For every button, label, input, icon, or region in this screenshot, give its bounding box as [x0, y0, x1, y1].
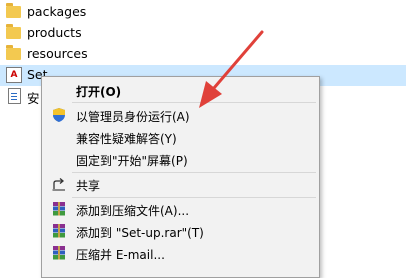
- menu-item-add-to-setup-rar[interactable]: 添加到 "Set-up.rar"(T): [42, 220, 319, 242]
- file-row-resources[interactable]: resources: [0, 44, 406, 65]
- folder-icon: [6, 3, 22, 20]
- file-row-products[interactable]: products: [0, 23, 406, 44]
- winrar-icon: [51, 223, 67, 239]
- menu-item-label: 添加到 "Set-up.rar"(T): [76, 226, 204, 240]
- context-menu: 打开(O) 以管理员身份运行(A) 兼容性疑难解答(Y) 固定到"开始"屏幕(P…: [41, 76, 320, 278]
- menu-item-label: 以管理员身份运行(A): [76, 110, 190, 124]
- menu-item-compress-and-email[interactable]: 压缩并 E-mail...: [42, 242, 319, 264]
- menu-item-label: 共享: [76, 179, 101, 193]
- winrar-icon: [51, 201, 67, 217]
- file-name: resources: [27, 46, 88, 61]
- menu-item-label: 添加到压缩文件(A)...: [76, 204, 190, 218]
- adobe-app-icon: A: [6, 67, 22, 83]
- file-name: packages: [27, 4, 87, 19]
- menu-item-run-as-admin[interactable]: 以管理员身份运行(A): [42, 104, 319, 126]
- menu-item-share[interactable]: 共享: [42, 173, 319, 195]
- menu-separator: [72, 102, 316, 103]
- menu-item-pin-to-start[interactable]: 固定到"开始"屏幕(P): [42, 148, 319, 170]
- document-icon: [6, 88, 22, 104]
- folder-icon: [6, 24, 22, 41]
- menu-item-open[interactable]: 打开(O): [42, 79, 319, 101]
- menu-item-add-to-archive[interactable]: 添加到压缩文件(A)...: [42, 198, 319, 220]
- menu-item-label: 兼容性疑难解答(Y): [76, 132, 177, 146]
- share-icon: [51, 176, 67, 192]
- file-name: products: [27, 25, 82, 40]
- shield-icon: [51, 107, 67, 123]
- menu-item-label: 压缩并 E-mail...: [76, 248, 165, 262]
- winrar-icon: [51, 245, 67, 261]
- menu-item-compatibility[interactable]: 兼容性疑难解答(Y): [42, 126, 319, 148]
- file-row-packages[interactable]: packages: [0, 2, 406, 23]
- file-name: 安: [27, 91, 40, 106]
- menu-item-label: 固定到"开始"屏幕(P): [76, 154, 188, 168]
- menu-item-label: 打开(O): [76, 85, 122, 99]
- folder-icon: [6, 45, 22, 62]
